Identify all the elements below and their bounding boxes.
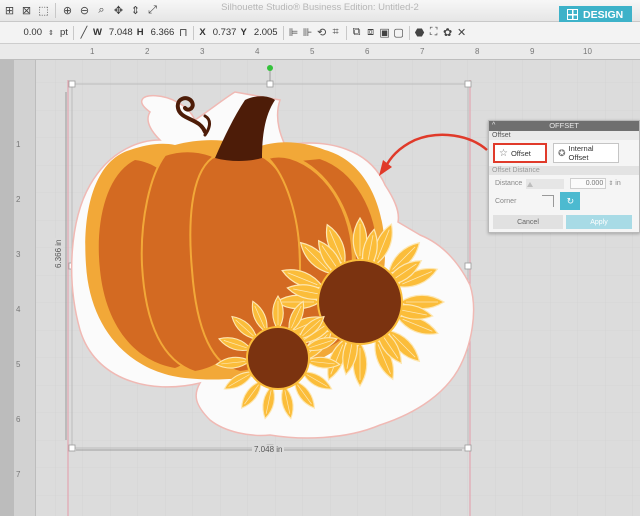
ruler-label: 10 [583, 47, 592, 56]
offset-section-label: Offset [489, 131, 639, 140]
cancel-button[interactable]: Cancel [493, 215, 563, 229]
distance-stepper[interactable]: ⇕ [608, 180, 613, 187]
apply-button[interactable]: Apply [566, 215, 632, 229]
distance-row: Distance 0.000 ⇕ in [489, 175, 639, 192]
design-tab-button[interactable]: DESIGN [559, 6, 632, 23]
ruler-label: 1 [16, 140, 21, 149]
ruler-label: 5 [310, 47, 315, 56]
ruler-label: 6 [16, 415, 21, 424]
line-icon[interactable]: ╱ [77, 26, 91, 40]
small-sunflower-center [246, 326, 310, 390]
panel-button-row: Cancel Apply [489, 213, 639, 231]
zoom-in-icon[interactable]: ⊕ [60, 3, 75, 18]
ruler-label: 2 [16, 195, 21, 204]
corner-row: Corner ↻ [489, 192, 639, 213]
internal-offset-button[interactable]: ✪ Internal Offset [553, 143, 619, 163]
top-ruler: 1 2 3 4 5 6 7 8 9 10 [0, 44, 640, 60]
ruler-label: 7 [16, 470, 21, 479]
ruler-label: 5 [16, 360, 21, 369]
design-tab-label: DESIGN [583, 8, 624, 21]
align-icon[interactable]: ⊫ [287, 26, 301, 40]
x-label: X [199, 27, 206, 38]
ungroup-icon[interactable]: ⧈ [364, 26, 378, 40]
toolbar-divider [72, 25, 74, 40]
top-icon-group: ⊞ ⊠ ⬚ ⊕ ⊖ ⌕ ✥ ⇕ ⤢ [2, 3, 160, 18]
select-tool-icon[interactable]: ⬚ [36, 3, 51, 18]
eraser-icon[interactable]: ⬣ [413, 26, 427, 40]
ruler-label: 8 [475, 47, 480, 56]
offset-button[interactable]: ☆ Offset [493, 143, 547, 163]
left-mat-edge [0, 60, 14, 516]
distance-label: Distance [495, 180, 523, 187]
ruler-label: 6 [365, 47, 370, 56]
offset-button-label: Offset [510, 148, 531, 158]
distance-field[interactable]: 0.000 [570, 178, 607, 189]
zoom-out-icon[interactable]: ⊖ [77, 3, 92, 18]
zoom-box-icon[interactable]: ⌕ [94, 3, 109, 18]
ruler-label: 4 [16, 305, 21, 314]
offset-panel-header[interactable]: ^ OFFSET [489, 121, 639, 131]
deselect-icon[interactable]: ⊠ [19, 3, 34, 18]
height-dimension-label: 6.366 in [54, 237, 63, 270]
line-weight-field[interactable]: 0.00 [0, 26, 44, 40]
toolbar-divider [55, 3, 56, 18]
distance-unit: in [615, 180, 621, 187]
ruler-label: 3 [16, 250, 21, 259]
full-screen-icon[interactable]: ⤢ [145, 3, 160, 18]
offset-type-row: ☆ Offset ✪ Internal Offset [489, 140, 639, 166]
corner-round-icon[interactable]: ↻ [560, 192, 581, 210]
ruler-label: 3 [200, 47, 205, 56]
collapse-icon[interactable]: ^ [492, 121, 495, 131]
offset-panel-title: OFFSET [549, 121, 579, 130]
lock-icon[interactable]: ⊓ [176, 26, 190, 40]
properties-toolbar: 0.00 ⇕ pt ╱ W 7.048 H 6.366 ⊓ X 0.737 Y … [0, 22, 640, 44]
title-toolbar: Silhouette Studio® Business Edition: Unt… [0, 0, 640, 23]
rotate-handle [267, 65, 273, 71]
stepper-icon[interactable]: ⇕ [44, 26, 58, 40]
height-label: H [136, 27, 144, 38]
offset-panel: ^ OFFSET Offset ☆ Offset ✪ Internal Offs… [488, 120, 640, 233]
ruler-label: 4 [255, 47, 260, 56]
compound-path-icon[interactable]: ▣ [378, 26, 392, 40]
offset-distance-section: Offset Distance [489, 166, 639, 175]
ruler-label: 1 [90, 47, 95, 56]
x-field[interactable]: 0.737 [211, 26, 239, 40]
flower-tool-icon[interactable]: ✿ [441, 26, 455, 40]
rotate-icon[interactable]: ⟲ [315, 26, 329, 40]
ruler-label: 9 [530, 47, 535, 56]
ruler-label: 2 [145, 47, 150, 56]
distance-slider[interactable] [526, 178, 565, 189]
left-ruler: 1 2 3 4 5 6 7 [14, 60, 36, 516]
width-label: W [92, 27, 102, 38]
large-sunflower-center [317, 259, 403, 345]
app-window: Silhouette Studio® Business Edition: Unt… [0, 0, 640, 516]
close-icon[interactable]: ✕ [455, 26, 469, 40]
star-inner-icon: ✪ [558, 147, 566, 158]
grid-icon [567, 9, 578, 20]
group-icon[interactable]: ⧉ [350, 26, 364, 40]
line-unit-label: pt [60, 27, 68, 38]
toolbar-divider [345, 25, 347, 40]
ruler-label: 7 [420, 47, 425, 56]
pan-icon[interactable]: ✥ [111, 3, 126, 18]
width-dimension-label: 7.048 in [252, 445, 285, 454]
star-outline-icon: ☆ [499, 147, 508, 159]
y-label: Y [240, 27, 247, 38]
y-field[interactable]: 2.005 [252, 26, 280, 40]
corner-sharp-icon[interactable] [542, 195, 555, 207]
corner-label: Corner [495, 197, 517, 205]
toolbar-divider [408, 25, 410, 40]
distribute-icon[interactable]: ⊪ [301, 26, 315, 40]
internal-offset-label: Internal Offset [568, 144, 594, 162]
height-field[interactable]: 6.366 [149, 26, 177, 40]
width-field[interactable]: 7.048 [107, 26, 135, 40]
crop-icon[interactable]: ⌗ [329, 26, 343, 40]
select-all-icon[interactable]: ⊞ [2, 3, 17, 18]
toolbar-divider [282, 25, 284, 40]
release-compound-icon[interactable]: ▢ [392, 26, 406, 40]
fit-to-page-icon[interactable]: ⇕ [128, 3, 143, 18]
toolbar-divider [193, 25, 195, 40]
pixscan-icon[interactable]: ⛶ [427, 26, 441, 40]
